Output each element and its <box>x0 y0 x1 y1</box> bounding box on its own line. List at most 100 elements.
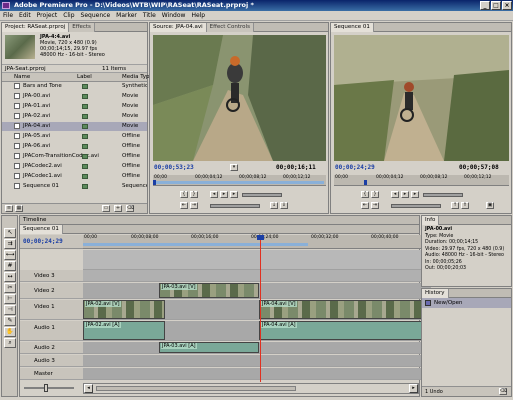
menu-sequence[interactable]: Sequence <box>78 11 114 21</box>
scroll-left-icon[interactable]: ◂ <box>84 384 93 393</box>
track-header-video1[interactable]: Video 1 <box>20 300 83 320</box>
slide-tool-icon[interactable]: ⊣ <box>4 305 16 315</box>
rate-stretch-tool-icon[interactable]: ↔ <box>4 272 16 282</box>
new-bin-icon[interactable]: ▭ <box>102 205 110 212</box>
prog-mark-out-icon[interactable]: } <box>371 191 379 198</box>
track-lane-audio3[interactable] <box>83 355 431 367</box>
ripple-edit-tool-icon[interactable]: ⟷ <box>4 250 16 260</box>
minimize-button[interactable]: _ <box>480 1 490 10</box>
tab-source[interactable]: Source: JPA-04.avi <box>150 23 207 32</box>
list-view-icon[interactable]: ≡ <box>5 205 13 212</box>
jog-slider[interactable] <box>210 204 260 208</box>
history-trash-icon[interactable]: ⌫ <box>499 388 507 395</box>
work-area-bar[interactable] <box>83 243 308 246</box>
timeline-playhead-handle[interactable] <box>257 235 264 240</box>
timeline-horizontal-scrollbar[interactable]: ◂ ▸ <box>83 383 419 394</box>
lift-icon[interactable]: ↑ <box>451 202 459 209</box>
source-time-ruler[interactable]: 00;00 00;00;04;12 00;00;08;12 00;00;12;1… <box>153 175 326 186</box>
menu-project[interactable]: Project <box>34 11 61 21</box>
new-item-icon[interactable]: + <box>114 205 122 212</box>
program-playhead[interactable] <box>364 180 367 185</box>
menu-file[interactable]: File <box>0 11 16 21</box>
program-timecode-current[interactable]: 00;00;24;29 <box>335 164 375 171</box>
selection-tool-icon[interactable]: ↖ <box>4 228 16 238</box>
prog-mark-in-icon[interactable]: { <box>361 191 369 198</box>
menu-window[interactable]: Window <box>159 11 189 21</box>
track-lane-video1[interactable]: JPA-02.avi [V] JPA-04.avi [V] <box>83 300 431 320</box>
insert-icon[interactable]: ↓ <box>270 202 278 209</box>
prog-step-forward-icon[interactable]: ▸ <box>411 191 419 198</box>
rolling-edit-tool-icon[interactable]: # <box>4 261 16 271</box>
project-item[interactable]: JPA-04.avi Movie <box>2 122 147 131</box>
razor-tool-icon[interactable]: ✂ <box>4 283 16 293</box>
prog-step-back-icon[interactable]: ◂ <box>391 191 399 198</box>
track-header-master[interactable]: Master <box>20 368 83 380</box>
zoom-tool-icon[interactable]: ⌕ <box>4 338 16 348</box>
clip-video1-a[interactable]: JPA-02.avi [V] <box>83 300 165 319</box>
tab-effect-controls[interactable]: Effect Controls <box>206 23 254 32</box>
trash-icon[interactable]: ⌫ <box>126 205 134 212</box>
track-lane-video3[interactable] <box>83 270 431 282</box>
step-forward-icon[interactable]: ▸ <box>230 191 238 198</box>
clip-audio2[interactable]: JPA-03.avi [A] <box>159 342 259 353</box>
track-lane-audio1[interactable]: JPA-02.avi [A] JPA-04.avi [A] <box>83 321 431 341</box>
track-header-video3[interactable]: Video 3 <box>20 270 83 282</box>
goto-in-icon[interactable]: ⇤ <box>180 202 188 209</box>
step-back-icon[interactable]: ◂ <box>210 191 218 198</box>
tab-project[interactable]: Project: RASeat.prproj <box>2 23 70 32</box>
tab-info[interactable]: Info <box>422 216 440 225</box>
prog-play-icon[interactable]: ▸ <box>401 191 409 198</box>
project-item[interactable]: Sequence 01 Sequence <box>2 182 147 191</box>
prog-jog-slider[interactable] <box>391 204 441 208</box>
tab-sequence-01[interactable]: Sequence 01 <box>20 225 63 234</box>
menu-title[interactable]: Title <box>140 11 159 21</box>
zoom-slider[interactable] <box>24 384 74 392</box>
history-item[interactable]: New/Open <box>422 298 511 308</box>
mark-out-icon[interactable]: } <box>190 191 198 198</box>
track-header-video2[interactable]: Video 2 <box>20 283 83 299</box>
clip-audio1-a[interactable]: JPA-02.avi [A] <box>83 321 165 340</box>
fit-dropdown-icon[interactable]: ▾ <box>230 164 238 171</box>
project-item[interactable]: JPA-01.avi Movie <box>2 102 147 111</box>
play-icon[interactable]: ▸ <box>220 191 228 198</box>
hand-tool-icon[interactable]: ✋ <box>4 327 16 337</box>
clip-video2[interactable]: JPA-03.avi [V] <box>159 283 259 298</box>
tab-history[interactable]: History <box>422 289 449 298</box>
track-header-audio3[interactable]: Audio 3 <box>20 355 83 367</box>
prog-goto-in-icon[interactable]: ⇤ <box>361 202 369 209</box>
slip-tool-icon[interactable]: ⊢ <box>4 294 16 304</box>
export-frame-icon[interactable]: ▣ <box>486 202 494 209</box>
project-item[interactable]: JPA-05.avi Offline <box>2 132 147 141</box>
menu-edit[interactable]: Edit <box>16 11 34 21</box>
track-lane-audio2[interactable]: JPA-03.avi [A] <box>83 342 431 354</box>
scroll-right-icon[interactable]: ▸ <box>409 384 418 393</box>
project-item[interactable]: Bars and Tone Synthetic <box>2 82 147 91</box>
track-select-tool-icon[interactable]: ⇉ <box>4 239 16 249</box>
track-header-audio2[interactable]: Audio 2 <box>20 342 83 354</box>
clip-video1-b[interactable]: JPA-04.avi [V] <box>259 300 429 319</box>
track-header-audio1[interactable]: Audio 1 <box>20 321 83 341</box>
project-item[interactable]: JPA-02.avi Movie <box>2 112 147 121</box>
clip-audio1-b[interactable]: JPA-04.avi [A] <box>259 321 429 340</box>
col-label[interactable]: Label <box>77 73 92 82</box>
source-playhead[interactable] <box>153 180 156 185</box>
menu-help[interactable]: Help <box>188 11 208 21</box>
program-time-ruler[interactable]: 00;00 00;00;04;12 00;00;08;12 00;00;12;1… <box>334 175 509 186</box>
menu-clip[interactable]: Clip <box>60 11 77 21</box>
col-name[interactable]: Name <box>14 73 30 82</box>
prog-shuttle-slider[interactable] <box>423 193 463 197</box>
maximize-button[interactable]: □ <box>491 1 501 10</box>
project-item[interactable]: JPACodec2.avi Offline <box>2 162 147 171</box>
icon-view-icon[interactable]: ▦ <box>15 205 23 212</box>
tab-effects[interactable]: Effects <box>69 23 95 32</box>
mark-in-icon[interactable]: { <box>180 191 188 198</box>
project-item[interactable]: JPACom-TransitionCodec.avi Offline <box>2 152 147 161</box>
scroll-thumb[interactable] <box>96 386 296 391</box>
zoom-thumb[interactable] <box>44 384 48 392</box>
project-item[interactable]: JPACodec1.avi Offline <box>2 172 147 181</box>
menu-marker[interactable]: Marker <box>113 11 140 21</box>
tab-sequence[interactable]: Sequence 01 <box>331 23 374 32</box>
timeline-timecode[interactable]: 00;00;24;29 <box>23 238 63 245</box>
shuttle-slider[interactable] <box>242 193 282 197</box>
source-timecode-current[interactable]: 00;00;53;23 <box>154 164 194 171</box>
